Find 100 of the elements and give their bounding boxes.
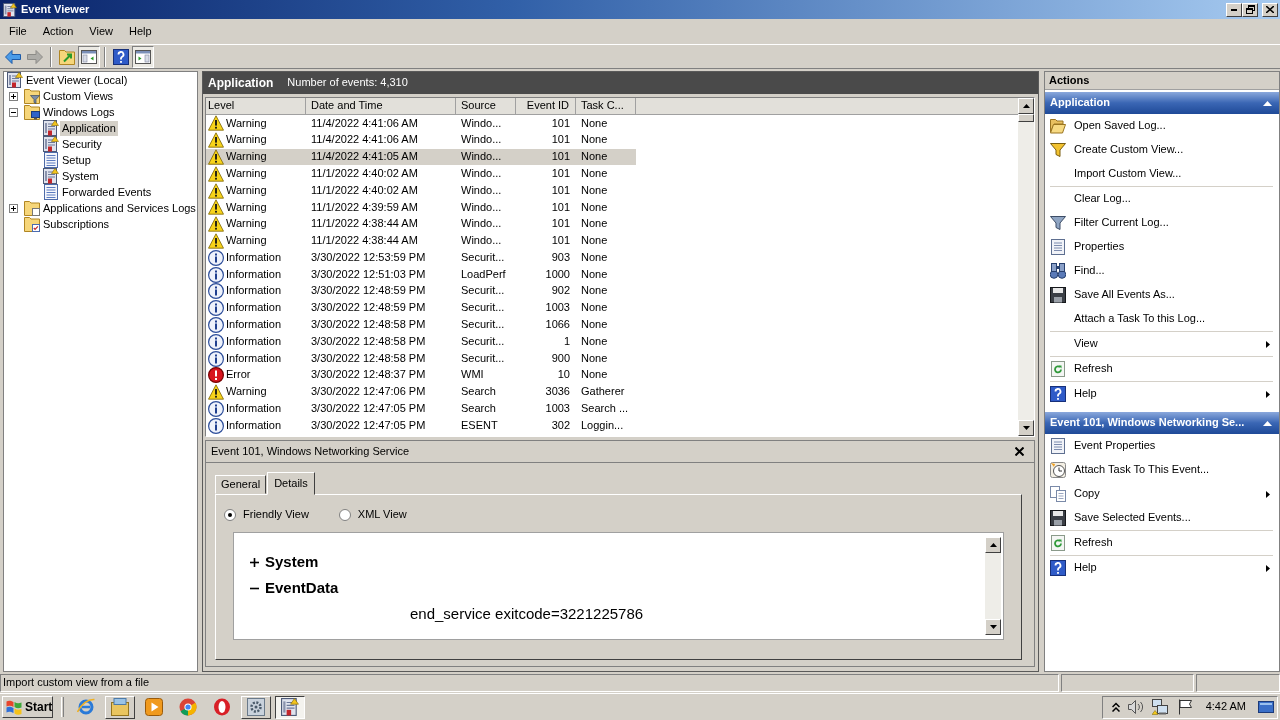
restore-button[interactable] [1242, 2, 1258, 17]
radio-label[interactable]: Friendly View [243, 508, 309, 522]
command-item[interactable]: Find... [1045, 259, 1279, 283]
close-icon [1266, 6, 1274, 13]
column-header[interactable]: Source [456, 98, 516, 114]
radio-button[interactable] [338, 508, 351, 521]
command-item[interactable]: Open Saved Log... [1045, 114, 1279, 138]
level-text: Warning [226, 217, 267, 232]
collapse-icon[interactable] [1263, 100, 1272, 106]
table-cell-text: None [580, 367, 609, 383]
taskbar-button[interactable] [275, 695, 305, 719]
flag-icon[interactable] [1178, 699, 1192, 715]
column-header[interactable]: Date and Time [306, 98, 456, 114]
command-item[interactable]: Import Custom View... [1045, 162, 1279, 186]
command-item[interactable]: Properties [1045, 235, 1279, 259]
event-row[interactable]: Warning 11/1/2022 4:38:44 AM Windo... 101 None [206, 232, 636, 250]
plus-icon[interactable] [250, 558, 259, 568]
event-row[interactable]: Information 3/30/2022 12:48:59 PM Securit... 1003 None [206, 299, 636, 317]
log-book-icon [281, 698, 299, 716]
event-row[interactable]: Warning 11/4/2022 4:41:06 AM Windo... 101 None [206, 115, 636, 132]
command-item[interactable]: Attach Task To This Event... [1045, 458, 1279, 482]
info-icon [208, 300, 224, 317]
table-cell-text: Windo... [460, 199, 503, 215]
tab[interactable]: General [215, 475, 267, 494]
clock-text[interactable]: 4:42 AM [1205, 700, 1246, 714]
expand-box-icon[interactable] [9, 203, 18, 213]
scroll-up-button[interactable] [1018, 98, 1034, 114]
scrollbar[interactable] [1018, 98, 1034, 436]
scroll-down-button[interactable] [985, 618, 1001, 635]
expand-box-icon[interactable] [9, 91, 18, 101]
collapse-icon[interactable] [1263, 420, 1272, 426]
command-item[interactable]: Refresh [1045, 357, 1279, 381]
event-row[interactable]: Information 3/30/2022 12:48:58 PM Securit... 1066 None [206, 316, 636, 334]
event-row[interactable]: Error 3/30/2022 12:48:37 PM WMI 10 None [206, 366, 636, 384]
tree-item[interactable]: Event Viewer (Local) [24, 72, 130, 88]
command-item[interactable]: Clear Log... [1045, 187, 1279, 211]
event-row[interactable]: Information 3/30/2022 12:48:59 PM Securit... 902 None [206, 282, 636, 300]
menu-item[interactable]: Help [120, 21, 160, 42]
table-cell-text: 3/30/2022 12:47:06 PM [310, 384, 427, 400]
tree-item[interactable]: Windows Logs [41, 104, 117, 120]
event-row[interactable]: Warning 11/1/2022 4:38:44 AM Windo... 101 None [206, 215, 636, 233]
event-row[interactable]: Information 3/30/2022 12:53:59 PM Securit... 903 None [206, 249, 636, 267]
command-item[interactable]: Attach a Task To this Log... [1045, 307, 1279, 331]
menu-item[interactable]: File [1, 21, 35, 42]
minimize-button[interactable] [1226, 2, 1242, 17]
collapse-box-icon[interactable] [9, 107, 18, 117]
command-item[interactable]: Help [1045, 382, 1279, 406]
command-item[interactable]: Filter Current Log... [1045, 211, 1279, 235]
tree-item[interactable]: Custom Views [41, 88, 116, 104]
show-desktop-button[interactable] [1258, 701, 1274, 713]
event-row[interactable]: Information 3/30/2022 12:48:58 PM Securit... 900 None [206, 350, 636, 367]
command-item[interactable]: View [1045, 332, 1279, 356]
event-row[interactable]: Warning 11/1/2022 4:39:59 AM Windo... 101 None [206, 199, 636, 216]
close-button[interactable] [1012, 444, 1026, 459]
section-header[interactable]: Event 101, Windows Networking Se... [1045, 412, 1279, 434]
column-header[interactable]: Event ID [516, 98, 576, 114]
tree-item[interactable]: Subscriptions [41, 216, 112, 232]
network-icon[interactable] [1152, 699, 1168, 715]
event-row[interactable]: Warning 11/4/2022 4:41:06 AM Windo... 101 None [206, 131, 636, 149]
event-row[interactable]: Warning 11/1/2022 4:40:02 AM Windo... 101 None [206, 165, 636, 183]
command-item[interactable]: Create Custom View... [1045, 138, 1279, 162]
column-header[interactable]: Level [206, 98, 306, 114]
scroll-down-button[interactable] [1018, 420, 1034, 436]
show-hidden-icons-button[interactable] [1112, 702, 1120, 712]
event-row[interactable]: Information 3/30/2022 12:51:03 PM LoadPerf 1000 None [206, 266, 636, 283]
scroll-thumb[interactable] [1018, 114, 1034, 122]
close-button[interactable] [1262, 2, 1278, 17]
tree-item[interactable]: Applications and Services Logs [41, 200, 197, 216]
column-header[interactable]: Task C... [576, 98, 636, 114]
section-header[interactable]: Application [1045, 92, 1279, 114]
event-row[interactable]: Information 3/30/2022 12:47:05 PM ESENT 302 Loggin... [206, 417, 636, 435]
menu-item[interactable]: Action [34, 21, 82, 42]
scrollbar[interactable] [985, 536, 1001, 635]
tree-item[interactable]: Application [60, 120, 118, 136]
speaker-icon[interactable] [1128, 699, 1144, 715]
tree-item[interactable]: Setup [60, 152, 93, 168]
tab[interactable]: Details [267, 472, 315, 495]
event-row[interactable]: Warning 11/1/2022 4:40:02 AM Windo... 101 None [206, 182, 636, 199]
command-item[interactable]: Help [1045, 556, 1279, 580]
tree-item[interactable]: Security [60, 136, 104, 152]
table-cell-text: LoadPerf [460, 266, 507, 282]
radio-button[interactable] [224, 508, 236, 521]
start-button[interactable]: Start [2, 696, 53, 718]
tree-item[interactable]: Forwarded Events [60, 184, 154, 200]
command-item[interactable]: Save Selected Events... [1045, 506, 1279, 530]
command-item[interactable]: Copy [1045, 482, 1279, 506]
event-row[interactable]: Warning 11/4/2022 4:41:05 AM Windo... 101 None [206, 148, 636, 166]
command-item[interactable]: Refresh [1045, 531, 1279, 555]
scroll-up-button[interactable] [985, 536, 1001, 553]
radio-label[interactable]: XML View [357, 508, 407, 522]
table-cell-text: None [580, 165, 609, 181]
table-cell-text: Securit... [460, 317, 506, 333]
menu-item[interactable]: View [81, 21, 121, 42]
command-item[interactable]: Save All Events As... [1045, 283, 1279, 307]
event-row[interactable]: Information 3/30/2022 12:48:58 PM Securit... 1 None [206, 333, 636, 351]
event-row[interactable]: Warning 3/30/2022 12:47:06 PM Search 3036 Gatherer [206, 383, 636, 401]
command-item[interactable]: Event Properties [1045, 434, 1279, 458]
tree-item[interactable]: System [60, 168, 101, 184]
event-row[interactable]: Information 3/30/2022 12:47:05 PM Search 1003 Search ... [206, 400, 636, 418]
event-log-icon [3, 2, 17, 17]
